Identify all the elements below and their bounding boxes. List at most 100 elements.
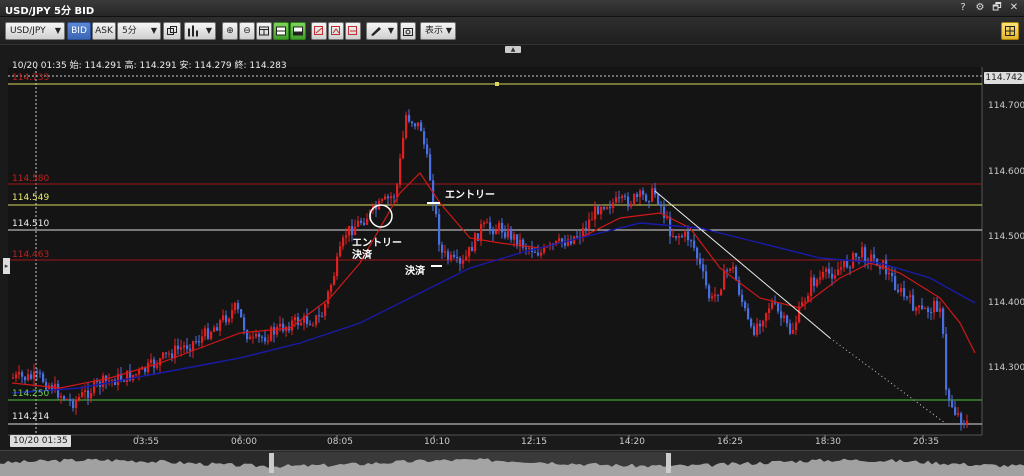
zoom-in-icon[interactable]: ⊕ [222, 22, 238, 40]
candle-body [732, 267, 735, 269]
candle-body [216, 327, 219, 331]
candle-body [93, 381, 96, 394]
candle-body [513, 234, 516, 240]
candle-body [966, 421, 969, 424]
candle-body [447, 251, 450, 260]
candle-body [147, 362, 150, 373]
candle-body [246, 330, 249, 340]
candle-body [753, 326, 756, 335]
candle-body [618, 197, 621, 199]
x-tick: 16:25 [717, 437, 743, 447]
candle-body [471, 246, 474, 252]
chart-type-select[interactable]: ▼ [184, 22, 216, 40]
indicator-remove-icon[interactable] [345, 22, 361, 40]
close-icon[interactable]: ✕ [1008, 1, 1020, 14]
hline-label-top: 114.733 [12, 73, 50, 83]
candle-body [642, 190, 645, 195]
candle-body [219, 320, 222, 331]
candle-body [243, 317, 246, 331]
candle-body [36, 371, 39, 373]
candle-body [588, 219, 591, 230]
candle-body [696, 247, 699, 259]
candle-body [906, 296, 909, 298]
candle-body [807, 295, 810, 302]
collapse-toolbar-button[interactable]: ▲ [505, 46, 521, 53]
candle-body [945, 334, 948, 390]
candle-body [33, 371, 36, 379]
candle-body [534, 252, 537, 254]
candle-body [408, 114, 411, 122]
candle-body [831, 273, 834, 279]
candle-body [927, 308, 930, 313]
candle-body [348, 225, 351, 236]
y-tick: 114.600 [988, 167, 1024, 177]
timeframe-select[interactable]: 5分 ▼ [117, 22, 161, 40]
window-titlebar: USD/JPY 5分 BID ? ⚙ 🗗 ✕ [0, 0, 1024, 17]
price-chart[interactable] [0, 53, 1024, 476]
candle-body [45, 382, 48, 389]
candle-body [672, 235, 675, 237]
candle-body [255, 333, 258, 337]
candle-body [912, 295, 915, 311]
display-menu[interactable]: 表示 ▼ [420, 22, 456, 40]
candle-body [435, 203, 438, 215]
candle-body [870, 254, 873, 263]
candle-body [273, 327, 276, 335]
candle-body [810, 277, 813, 296]
candle-body [711, 296, 714, 299]
candle-body [624, 195, 627, 197]
candle-body [483, 222, 486, 225]
chevron-down-icon: ▼ [445, 26, 452, 35]
layout-icon[interactable] [290, 22, 306, 40]
ask-button[interactable]: ASK [92, 22, 116, 40]
indicator-add-icon[interactable] [311, 22, 327, 40]
candle-body [822, 271, 825, 278]
chart-navigator[interactable] [0, 450, 1024, 476]
gear-icon[interactable]: ⚙ [974, 1, 986, 14]
side-panel-toggle[interactable]: ▸ [3, 258, 10, 274]
candle-body [330, 284, 333, 292]
candle-body [357, 220, 360, 227]
candle-body [684, 231, 687, 237]
candle-body [207, 328, 210, 339]
candle-body [363, 222, 366, 225]
chevron-down-icon: ▼ [54, 26, 61, 35]
draw-tool-select[interactable]: ▼ [366, 22, 398, 40]
candle-body [417, 122, 420, 127]
candle-body [459, 258, 462, 264]
window-title: USD/JPY 5分 BID [5, 6, 95, 17]
candle-body [396, 184, 399, 198]
candle-body [792, 330, 795, 334]
x-tick: 18:30 [815, 437, 841, 447]
candle-body [342, 237, 345, 247]
candle-body [759, 323, 762, 327]
candle-body [645, 194, 648, 202]
hline-label-white: 114.510 [12, 219, 50, 229]
zoom-out-icon[interactable]: ⊖ [239, 22, 255, 40]
candle-body [693, 240, 696, 248]
candle-body [345, 235, 348, 238]
help-icon[interactable]: ? [957, 1, 969, 14]
candle-body [948, 389, 951, 401]
grid-layout-icon[interactable] [1001, 22, 1019, 40]
annotation-settle-2: 決済 [405, 266, 425, 277]
candle-body [333, 276, 336, 285]
candle-body [165, 352, 168, 354]
screenshot-icon[interactable] [400, 22, 416, 40]
candle-body [720, 289, 723, 296]
candle-body [798, 306, 801, 323]
bid-button[interactable]: BID [67, 22, 91, 40]
candle-body [399, 158, 402, 185]
table-icon[interactable] [256, 22, 272, 40]
link-icon[interactable] [163, 22, 181, 40]
candle-body [594, 206, 597, 220]
restore-icon[interactable]: 🗗 [991, 1, 1003, 14]
indicator-edit-icon[interactable] [328, 22, 344, 40]
hline-label-red-top: 114.580 [12, 174, 50, 184]
candle-body [177, 345, 180, 350]
symbol-select[interactable]: USD/JPY ▼ [5, 22, 65, 40]
window-split-icon[interactable] [273, 22, 289, 40]
candle-body [681, 236, 684, 238]
candle-body [834, 275, 837, 279]
candle-body [837, 269, 840, 276]
